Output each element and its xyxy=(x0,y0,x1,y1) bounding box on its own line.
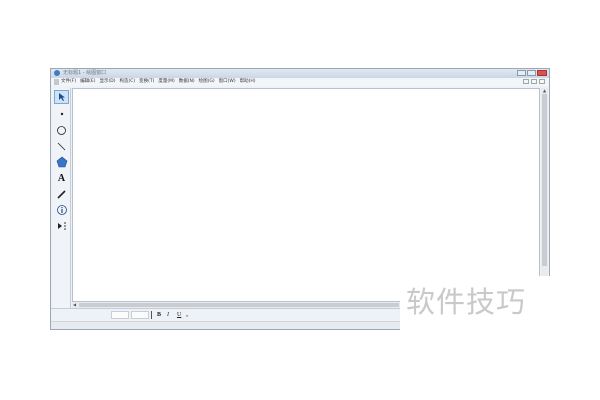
menu-edit[interactable]: 编辑(E) xyxy=(80,78,95,86)
straightedge-tool[interactable] xyxy=(54,139,69,153)
line-icon xyxy=(57,142,66,150)
text-a-icon: A xyxy=(57,172,66,184)
info-icon xyxy=(56,205,67,215)
polygon-tool[interactable] xyxy=(54,155,69,169)
polygon-icon xyxy=(56,156,67,168)
custom-tool-icon xyxy=(57,222,66,230)
menu-file[interactable]: 文件(F) xyxy=(61,78,76,86)
maximize-button[interactable] xyxy=(527,70,536,76)
menu-help[interactable]: 帮助(H) xyxy=(240,78,256,86)
italic-button[interactable]: I xyxy=(167,310,169,320)
underline-button[interactable]: U xyxy=(177,310,181,320)
document-controls xyxy=(523,79,545,84)
doc-restore-button[interactable] xyxy=(531,79,537,84)
horizontal-scroll-thumb[interactable] xyxy=(79,303,399,307)
circle-icon xyxy=(57,125,66,135)
watermark: 软件技巧 xyxy=(400,276,600,331)
vertical-scroll-thumb[interactable] xyxy=(542,94,547,266)
point-icon xyxy=(60,112,63,116)
sketch-canvas[interactable] xyxy=(72,88,540,302)
menu-measure[interactable]: 度量(M) xyxy=(158,78,174,86)
document-icon[interactable] xyxy=(54,79,59,85)
menu-window[interactable]: 窗口(W) xyxy=(219,78,236,86)
compass-tool[interactable] xyxy=(54,123,69,137)
pen-icon xyxy=(57,189,66,199)
vertical-scrollbar[interactable]: ▲ xyxy=(541,88,548,302)
custom-tool[interactable] xyxy=(54,219,69,233)
doc-close-button[interactable] xyxy=(539,79,545,84)
arrow-icon xyxy=(58,93,65,101)
text-tool[interactable]: A xyxy=(54,171,69,185)
doc-minimize-button[interactable] xyxy=(523,79,529,84)
toolbar-divider xyxy=(151,311,152,319)
toolbox: A xyxy=(53,88,71,324)
font-family-select[interactable] xyxy=(111,311,129,319)
menu-construct[interactable]: 构造(C) xyxy=(119,78,135,86)
close-button[interactable] xyxy=(537,70,547,76)
menu-display[interactable]: 显示(D) xyxy=(99,78,115,86)
window-title: 无标题1 - 绘图窗口 xyxy=(63,70,107,76)
scroll-up-arrow-icon[interactable]: ▲ xyxy=(542,88,547,93)
minimize-button[interactable] xyxy=(517,70,526,76)
watermark-text: 软件技巧 xyxy=(406,285,527,319)
menu-graph[interactable]: 绘图(G) xyxy=(199,78,215,86)
information-tool[interactable] xyxy=(54,203,69,217)
symbol-button[interactable]: ᵩ xyxy=(186,310,188,320)
menu-items: 文件(F) 编辑(E) 显示(D) 构造(C) 变换(T) 度量(M) 数据(N… xyxy=(61,78,256,86)
app-icon xyxy=(54,70,60,76)
menu-number[interactable]: 数据(N) xyxy=(179,78,195,86)
font-size-select[interactable] xyxy=(131,311,149,319)
title-bar[interactable]: 无标题1 - 绘图窗口 xyxy=(51,69,549,78)
marker-tool[interactable] xyxy=(54,187,69,201)
select-arrow-tool[interactable] xyxy=(54,90,69,104)
menu-bar: 文件(F) 编辑(E) 显示(D) 构造(C) 变换(T) 度量(M) 数据(N… xyxy=(51,78,549,86)
menu-transform[interactable]: 变换(T) xyxy=(139,78,154,86)
point-tool[interactable] xyxy=(54,107,69,121)
bold-button[interactable]: B xyxy=(157,310,161,320)
